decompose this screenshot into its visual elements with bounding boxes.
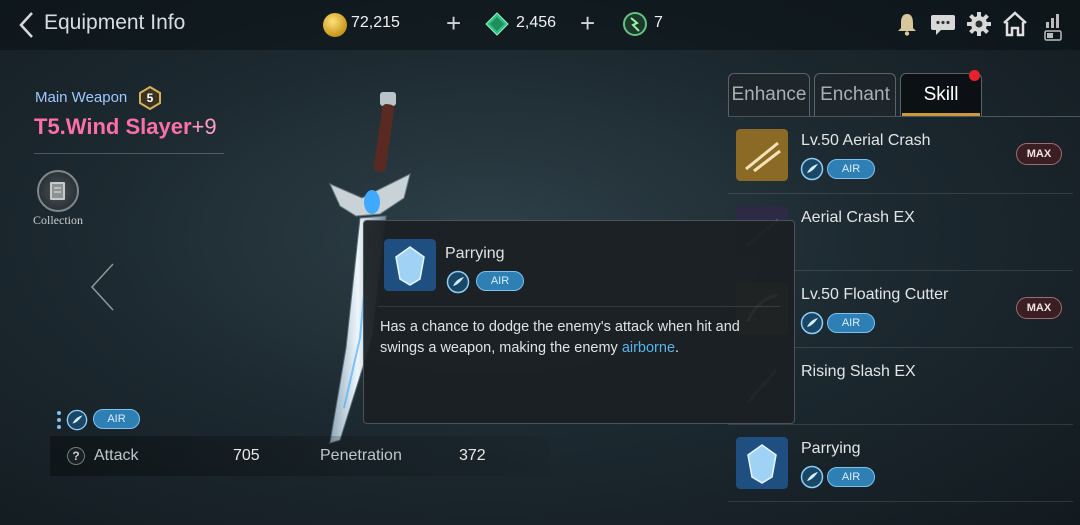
back-arrow-icon[interactable] [16, 10, 38, 40]
gold-amount: 72,215 [351, 14, 400, 31]
parrying-skill-icon [736, 437, 788, 489]
weapon-name: T5.Wind Slayer+9 [34, 114, 217, 140]
stat-label-penetration: Penetration [320, 447, 402, 464]
element-tag: AIR [827, 467, 875, 487]
home-icon[interactable] [1001, 10, 1029, 38]
skill-name: Parrying [801, 440, 861, 457]
max-badge: MAX [1016, 143, 1062, 165]
page-title: Equipment Info [44, 11, 186, 34]
air-element-icon [66, 409, 88, 431]
weapon-type: Main Weapon [35, 89, 128, 106]
stat-label-attack: Attack [94, 447, 139, 464]
previous-item-arrow-icon[interactable] [88, 262, 118, 312]
stat-value-attack: 705 [233, 447, 260, 464]
tabs-divider [728, 116, 1080, 117]
air-element-icon [446, 270, 470, 294]
collection-book-icon [50, 182, 65, 200]
tooltip-desc-end: . [675, 340, 680, 356]
help-icon[interactable]: ? [67, 447, 85, 465]
collection-button[interactable] [37, 170, 79, 212]
skill-name: Rising Slash EX [801, 363, 916, 380]
air-element-icon [800, 465, 824, 489]
notification-dot [969, 70, 980, 81]
element-tag: AIR [827, 313, 875, 333]
tab-skill[interactable]: Skill [900, 73, 982, 117]
tab-enchant[interactable]: Enchant [814, 73, 896, 117]
air-element-icon [800, 157, 824, 181]
tooltip-desc-text: Has a chance to dodge the enemy's attack… [380, 319, 740, 356]
tab-enhance[interactable]: Enhance [728, 73, 810, 117]
gear-icon[interactable] [965, 10, 993, 38]
green-stone-icon [623, 12, 647, 36]
tooltip-divider [378, 306, 780, 307]
tooltip-element-tag: AIR [476, 271, 524, 291]
skill-row[interactable]: Parrying AIR [728, 426, 1073, 502]
weapon-name-text: T5.Wind Slayer [34, 114, 192, 139]
chat-icon[interactable] [929, 10, 957, 38]
parrying-skill-icon [384, 239, 436, 291]
max-badge: MAX [1016, 297, 1062, 319]
bell-icon[interactable] [893, 10, 921, 38]
add-gem-button[interactable]: + [580, 8, 595, 38]
element-tag: AIR [827, 159, 875, 179]
green-gem-icon [485, 12, 509, 36]
skill-name: Aerial Crash EX [801, 209, 915, 226]
tooltip-description: Has a chance to dodge the enemy's attack… [380, 317, 780, 359]
gold-coin-icon [323, 13, 347, 37]
signal-icon [1044, 14, 1062, 41]
skill-row[interactable]: Lv.50 Aerial Crash AIR MAX [728, 118, 1073, 194]
divider [34, 153, 224, 154]
stone-amount: 7 [654, 14, 663, 31]
air-element-icon [800, 311, 824, 335]
tooltip-desc-keyword: airborne [621, 340, 676, 356]
collection-label: Collection [33, 213, 83, 227]
aerial-crash-skill-icon [736, 129, 788, 181]
stat-value-penetration: 372 [459, 447, 486, 464]
enhance-level: +9 [191, 114, 217, 139]
gem-amount: 2,456 [516, 14, 557, 31]
add-gold-button[interactable]: + [446, 8, 461, 38]
tooltip-skill-name: Parrying [445, 245, 505, 262]
tier-number: 5 [146, 91, 154, 105]
more-options-icon[interactable] [56, 410, 62, 430]
skill-name: Lv.50 Aerial Crash [801, 132, 931, 149]
skill-name: Lv.50 Floating Cutter [801, 286, 949, 303]
element-tag: AIR [93, 409, 140, 429]
